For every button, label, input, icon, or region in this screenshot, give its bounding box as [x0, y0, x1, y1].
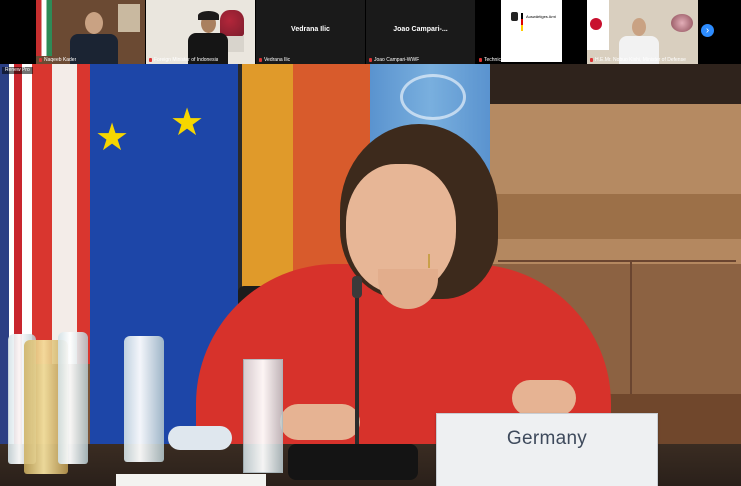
microphone-head [352, 276, 362, 298]
logo-card: Auswärtiges Amt [501, 0, 562, 62]
mic-muted-icon [369, 57, 372, 62]
participant-name: Joao Campari-WWF [374, 57, 420, 63]
water-bottle [124, 336, 164, 462]
vase [226, 36, 244, 52]
microphone-base [288, 444, 418, 480]
wall-picture [118, 4, 140, 32]
eagle-icon [511, 12, 518, 21]
mic-muted-icon [259, 57, 262, 62]
participant-tile[interactable]: Auswärtiges Amt Technical [476, 0, 585, 64]
water-bottle [58, 332, 88, 464]
participant-name: Foreign Minister of Indonesia [154, 57, 219, 63]
mic-muted-icon [479, 57, 482, 62]
main-speaker-name: Renew Pro [2, 67, 33, 74]
participant-tile[interactable]: Foreign Minister of Indonesia [146, 0, 255, 64]
participant-name: Naqeeb Kader [44, 57, 77, 63]
flower-decor [671, 14, 693, 32]
participant-tile[interactable]: Vedrana Ilic Vedrana Ilic [256, 0, 365, 64]
speaker-hand [280, 404, 360, 440]
mic-muted-icon [149, 57, 152, 62]
participant-name: H.E.Mr. Nobuo Kishi, Minister of Defense [595, 57, 686, 63]
main-speaker-video[interactable]: ★ ★ Germany Renew Pro [0, 64, 741, 486]
participant-display-name: Vedrana Ilic [291, 26, 330, 33]
participant-tile[interactable]: Joao Campari-... Joao Campari-WWF [366, 0, 475, 64]
nameplate: Germany [436, 413, 658, 486]
flag-decor [36, 0, 52, 56]
microphone-stem [355, 280, 359, 450]
eu-star-icon: ★ [95, 117, 130, 159]
next-page-button[interactable]: › [701, 24, 714, 37]
logo-text: Auswärtiges Amt [526, 14, 556, 19]
participant-head [632, 18, 646, 36]
flower-decor [220, 10, 244, 36]
wood-frame [498, 260, 736, 262]
un-emblem [400, 74, 466, 120]
participant-name: Vedrana Ilic [264, 57, 291, 63]
eu-star-icon: ★ [170, 102, 205, 144]
participant-name: Technical [484, 57, 505, 63]
flag-decor [587, 0, 609, 50]
folded-cloth [168, 426, 232, 450]
nameplate-text: Germany [506, 428, 588, 449]
participant-suit [70, 34, 118, 64]
participant-strip: Naqeeb Kader Foreign Minister of Indones… [0, 0, 741, 64]
mic-muted-icon [39, 57, 42, 62]
participant-hair [198, 11, 219, 20]
participant-display-name: Joao Campari-... [393, 26, 448, 33]
mic-muted-icon [590, 57, 593, 62]
chevron-right-icon: › [705, 25, 710, 36]
canada-flag [32, 64, 92, 364]
paper [116, 474, 266, 486]
speaker-earring [428, 254, 430, 268]
speaker-hand [512, 380, 576, 416]
participant-tile[interactable]: H.E.Mr. Nobuo Kishi, Minister of Defense [587, 0, 698, 64]
wood-frame [630, 260, 632, 394]
water-glass [243, 359, 283, 473]
participant-tile[interactable]: Naqeeb Kader [36, 0, 145, 64]
participant-head [85, 12, 103, 34]
